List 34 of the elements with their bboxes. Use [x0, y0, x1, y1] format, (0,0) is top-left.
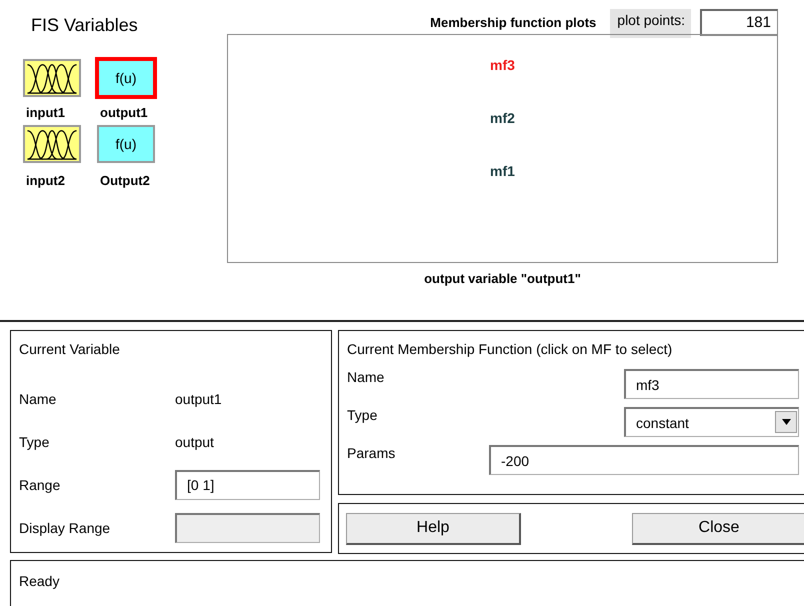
panel-title: FIS Variables: [31, 15, 139, 36]
field-value: output1: [175, 390, 222, 406]
field-label: Params: [347, 445, 396, 461]
mf-label[interactable]: mf3: [490, 57, 515, 73]
variable-label: input1: [26, 105, 65, 120]
mf-label[interactable]: mf2: [490, 110, 515, 126]
input-field[interactable]: mf3: [624, 369, 799, 399]
panel-title: Current Membership Function (click on MF to select): [347, 341, 674, 357]
input-field[interactable]: [0 1]: [175, 470, 320, 500]
plot-points-label: plot points:: [610, 9, 691, 38]
panel-title: Current Variable: [19, 341, 121, 357]
variable-label: Output2: [100, 173, 150, 188]
mf-label[interactable]: mf1: [490, 163, 515, 179]
plot-caption: output variable "output1": [424, 271, 581, 286]
variable-label: output1: [100, 105, 148, 120]
help-button[interactable]: Help: [346, 512, 521, 544]
field-label: Display Range: [19, 520, 112, 536]
variable-label: input2: [26, 173, 65, 188]
membership-curves-icon[interactable]: [23, 59, 81, 97]
field-value: output: [175, 434, 214, 450]
field-label: Range: [19, 476, 62, 492]
plot-title: Membership function plots: [430, 15, 596, 30]
output-variable-button[interactable]: f(u): [97, 125, 155, 163]
plot-points-field[interactable]: 181: [700, 9, 778, 36]
type-dropdown[interactable]: constant: [624, 407, 799, 437]
field-label: Name: [19, 390, 58, 406]
field-label: Name: [347, 369, 384, 385]
membership-curves-icon[interactable]: [23, 125, 81, 163]
field-label: Type: [347, 407, 378, 423]
input-field[interactable]: -200: [489, 445, 799, 475]
field-label: Type: [19, 434, 50, 450]
status-text: Ready: [19, 573, 60, 589]
output-variable-button[interactable]: f(u): [95, 57, 157, 99]
close-button[interactable]: Close: [632, 512, 804, 544]
